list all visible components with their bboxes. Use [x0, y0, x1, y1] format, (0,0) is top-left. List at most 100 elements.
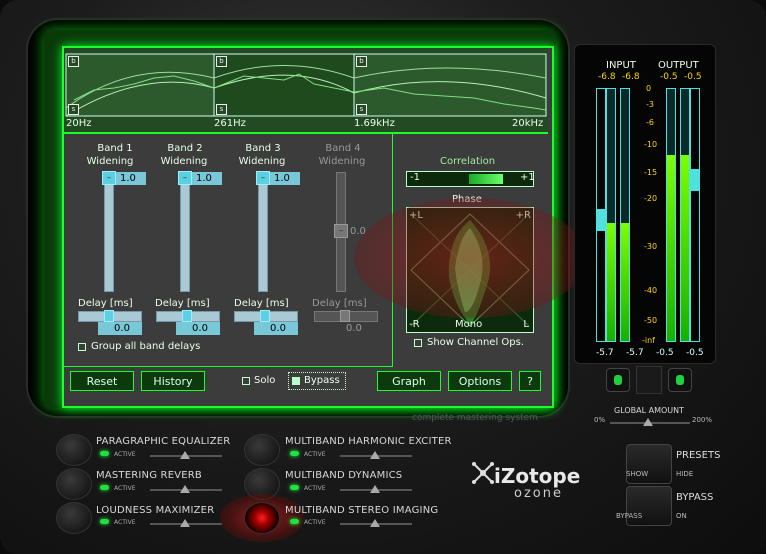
presets-hide[interactable]: HIDE	[676, 470, 693, 478]
band-4-widening-value[interactable]: 0.0	[350, 226, 366, 237]
stereo-imaging-power[interactable]	[244, 502, 280, 534]
help-button[interactable]: ?	[519, 371, 541, 391]
bypass-main-label: BYPASS	[676, 492, 714, 503]
show-channel-ops-label: Show Channel Ops.	[427, 337, 525, 348]
bypass-main-on[interactable]: ON	[676, 512, 687, 520]
link-meters-button[interactable]	[636, 366, 662, 394]
harmonic-exciter-knob[interactable]	[370, 451, 380, 459]
output-peak-r: -0.5	[684, 72, 702, 82]
history-button[interactable]: History	[141, 371, 205, 391]
band-4-delay-value[interactable]: 0.0	[346, 323, 362, 334]
group-delays-checkbox[interactable]	[78, 343, 86, 351]
band-3-slider-knob[interactable]: –	[256, 171, 270, 185]
band-1-slider-knob[interactable]: –	[102, 171, 116, 185]
input-rms-l: -5.7	[596, 348, 614, 358]
band-3-bypass-marker[interactable]: b	[356, 56, 367, 67]
paragraphic-equalizer-power[interactable]	[56, 434, 92, 466]
band-2-widening-value[interactable]: 1.0	[192, 172, 222, 185]
stereo-imaging-label[interactable]: MULTIBAND STEREO IMAGING	[285, 505, 438, 516]
input-meter-left	[606, 88, 616, 342]
multiband-dynamics-label[interactable]: MULTIBAND DYNAMICS	[285, 470, 402, 481]
output-label: OUTPUT	[658, 60, 699, 71]
band-3-delay-value[interactable]: 0.0	[254, 322, 298, 335]
band-1-delay-value[interactable]: 0.0	[98, 322, 142, 335]
mastering-reverb-power[interactable]	[56, 468, 92, 500]
loudness-maximizer-label[interactable]: LOUDNESS MAXIMIZER	[96, 505, 214, 516]
bypass-checkbox[interactable]	[292, 377, 300, 385]
freq-label-261hz: 261Hz	[214, 118, 246, 129]
bypass-main-button[interactable]	[626, 486, 672, 526]
output-link-button[interactable]	[668, 368, 692, 392]
show-channel-ops-checkbox[interactable]	[414, 339, 422, 347]
output-rms-r: -0.5	[686, 348, 704, 358]
band-3-delay-label: Delay [ms]	[234, 298, 289, 309]
options-button[interactable]: Options	[448, 371, 512, 391]
band-3-subtitle: Widening	[238, 156, 286, 167]
bypass-toggle[interactable]: Bypass	[288, 372, 346, 390]
band-2-delay-knob[interactable]	[182, 310, 192, 322]
input-level-slider[interactable]	[596, 88, 606, 342]
harmonic-exciter-label[interactable]: MULTIBAND HARMONIC EXCITER	[285, 436, 452, 447]
band-1-title: Band 1	[97, 143, 133, 154]
correlation-label: Correlation	[440, 156, 496, 167]
band-4-title: Band 4	[325, 143, 361, 154]
input-meter-right-fill	[621, 222, 629, 341]
multiband-dynamics-knob[interactable]	[370, 485, 380, 493]
loudness-maximizer-power[interactable]	[56, 502, 92, 534]
input-link-button[interactable]	[606, 368, 630, 392]
bypass-label: Bypass	[304, 375, 340, 386]
scale-0: 0	[646, 84, 652, 93]
band-2-solo-marker[interactable]: s	[216, 104, 227, 115]
band-1-bypass-marker[interactable]: b	[68, 56, 79, 67]
band-2-slider-knob[interactable]: –	[178, 171, 192, 185]
graph-button[interactable]: Graph	[377, 371, 441, 391]
band-3-widening-slider[interactable]	[258, 172, 268, 292]
paragraphic-equalizer-label[interactable]: PARAGRAPHIC EQUALIZER	[96, 436, 230, 447]
band-4-delay-knob[interactable]	[340, 310, 350, 322]
input-level-slider-knob[interactable]	[597, 209, 605, 231]
izotope-logo-glyph	[472, 462, 494, 484]
mastering-reverb-knob[interactable]	[180, 485, 190, 493]
input-label: INPUT	[606, 60, 636, 71]
bypass-main-bypass[interactable]: BYPASS	[616, 512, 642, 520]
band-3-widening-value[interactable]: 1.0	[270, 172, 300, 185]
band-2-bypass-marker[interactable]: b	[216, 56, 227, 67]
tagline: complete mastering system	[412, 413, 538, 423]
spectrum-display[interactable]: b b b s s s 20Hz 261Hz 1.69kHz 20kHz	[64, 48, 548, 134]
presets-button[interactable]	[626, 444, 672, 484]
mastering-reverb-label[interactable]: MASTERING REVERB	[96, 470, 202, 481]
paragraphic-equalizer-knob[interactable]	[180, 451, 190, 459]
phase-label: Phase	[452, 194, 482, 205]
reset-button[interactable]: Reset	[70, 371, 134, 391]
stereo-imaging-led	[290, 519, 299, 524]
global-amount-label: GLOBAL AMOUNT	[614, 406, 685, 415]
loudness-maximizer-knob[interactable]	[180, 519, 190, 527]
input-peak-r: -6.8	[622, 72, 640, 82]
band-3-solo-marker[interactable]: s	[356, 104, 367, 115]
freq-label-169khz: 1.69kHz	[354, 118, 395, 129]
band-1-solo-marker[interactable]: s	[68, 104, 79, 115]
presets-show[interactable]: SHOW	[626, 470, 648, 478]
output-level-slider-knob[interactable]	[691, 169, 699, 191]
scale-15: -15	[644, 168, 658, 177]
band-4-slider-knob[interactable]: –	[334, 224, 348, 238]
loudness-maximizer-status: ACTIVE	[114, 519, 136, 526]
correlation-min: -1	[410, 172, 420, 183]
scale-40: -40	[644, 286, 658, 295]
band-2-delay-value[interactable]: 0.0	[176, 322, 220, 335]
band-1-widening-slider[interactable]	[104, 172, 114, 292]
harmonic-exciter-power[interactable]	[244, 434, 280, 466]
solo-label: Solo	[254, 375, 276, 386]
band-3-delay-knob[interactable]	[260, 310, 270, 322]
band-2-delay-label: Delay [ms]	[155, 298, 210, 309]
presets-label: PRESETS	[676, 450, 721, 461]
solo-checkbox[interactable]	[242, 377, 250, 385]
band-1-widening-value[interactable]: 1.0	[116, 172, 146, 185]
output-level-slider[interactable]	[690, 88, 700, 342]
global-amount-knob[interactable]	[643, 418, 653, 426]
band-1-delay-knob[interactable]	[104, 310, 114, 322]
phase-mono: Mono	[455, 319, 483, 330]
band-2-widening-slider[interactable]	[180, 172, 190, 292]
band-2-subtitle: Widening	[160, 156, 208, 167]
stereo-imaging-knob[interactable]	[370, 519, 380, 527]
